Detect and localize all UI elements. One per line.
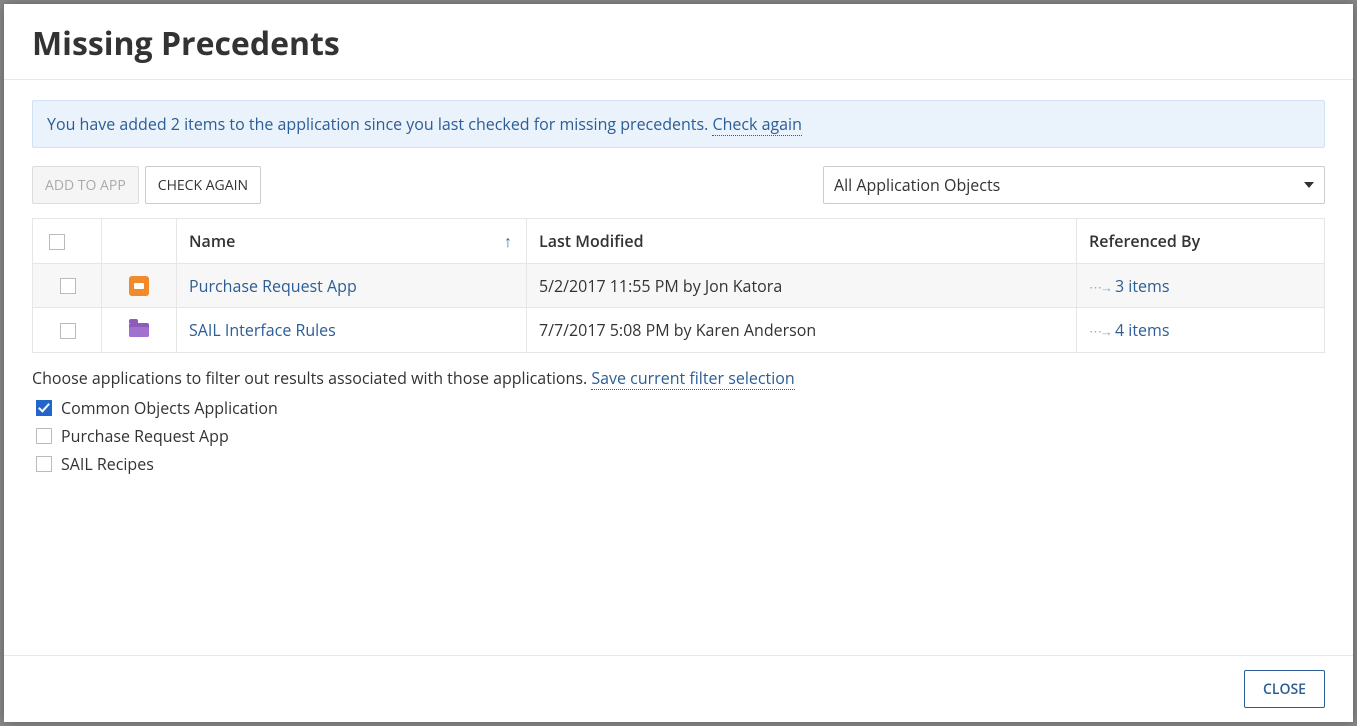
precedents-table: Name ↑ Last Modified Referenced By Purch…	[32, 218, 1325, 353]
select-all-checkbox[interactable]	[49, 234, 65, 250]
object-type-select[interactable]: All Application Objects	[823, 166, 1325, 204]
dialog-header: Missing Precedents	[4, 4, 1353, 80]
info-banner: You have added 2 items to the applicatio…	[32, 100, 1325, 148]
dialog-footer: CLOSE	[4, 655, 1353, 722]
caret-down-icon	[1304, 182, 1314, 188]
header-icon	[102, 219, 177, 264]
row-name-link[interactable]: Purchase Request App	[189, 275, 357, 297]
header-referenced-by[interactable]: Referenced By	[1077, 219, 1325, 264]
header-last-modified[interactable]: Last Modified	[527, 219, 1077, 264]
filter-label: Common Objects Application	[61, 397, 278, 419]
filter-intro: Choose applications to filter out result…	[32, 367, 1325, 389]
filter-item: Common Objects Application	[32, 397, 1325, 419]
missing-precedents-dialog: Missing Precedents You have added 2 item…	[4, 4, 1353, 722]
table-row: SAIL Interface Rules 7/7/2017 5:08 PM by …	[33, 308, 1325, 353]
row-referenced-by-link[interactable]: 4 items	[1115, 319, 1169, 341]
close-button[interactable]: CLOSE	[1244, 670, 1325, 708]
sort-ascending-icon: ↑	[504, 230, 512, 252]
row-last-modified: 5/2/2017 11:55 PM by Jon Katora	[527, 263, 1077, 308]
filter-list: Common Objects Application Purchase Reque…	[32, 397, 1325, 475]
filter-checkbox[interactable]	[36, 428, 52, 444]
filter-checkbox[interactable]	[36, 400, 52, 416]
check-again-button[interactable]: CHECK AGAIN	[145, 166, 261, 204]
filter-label: Purchase Request App	[61, 425, 229, 447]
add-to-app-button: ADD TO APP	[32, 166, 139, 204]
filter-item: SAIL Recipes	[32, 453, 1325, 475]
filter-item: Purchase Request App	[32, 425, 1325, 447]
row-checkbox[interactable]	[60, 278, 76, 294]
row-checkbox[interactable]	[60, 323, 76, 339]
reference-arrow-icon: ⋯→	[1089, 278, 1111, 296]
dialog-body: You have added 2 items to the applicatio…	[4, 80, 1353, 655]
object-type-select-value: All Application Objects	[834, 174, 1000, 196]
folder-icon	[129, 323, 149, 337]
toolbar: ADD TO APP CHECK AGAIN All Application O…	[32, 166, 1325, 204]
dialog-title: Missing Precedents	[32, 22, 1325, 65]
info-banner-check-again-link[interactable]: Check again	[712, 113, 801, 136]
row-last-modified: 7/7/2017 5:08 PM by Karen Anderson	[527, 308, 1077, 353]
row-name-link[interactable]: SAIL Interface Rules	[189, 319, 336, 341]
app-icon	[129, 276, 149, 296]
info-banner-text: You have added 2 items to the applicatio…	[47, 113, 712, 135]
save-filter-link[interactable]: Save current filter selection	[591, 367, 794, 390]
filter-checkbox[interactable]	[36, 456, 52, 472]
header-name[interactable]: Name ↑	[177, 219, 527, 264]
table-row: Purchase Request App 5/2/2017 11:55 PM by…	[33, 263, 1325, 308]
reference-arrow-icon: ⋯→	[1089, 322, 1111, 340]
header-select-all	[33, 219, 102, 264]
filter-label: SAIL Recipes	[61, 453, 154, 475]
row-referenced-by-link[interactable]: 3 items	[1115, 275, 1169, 297]
